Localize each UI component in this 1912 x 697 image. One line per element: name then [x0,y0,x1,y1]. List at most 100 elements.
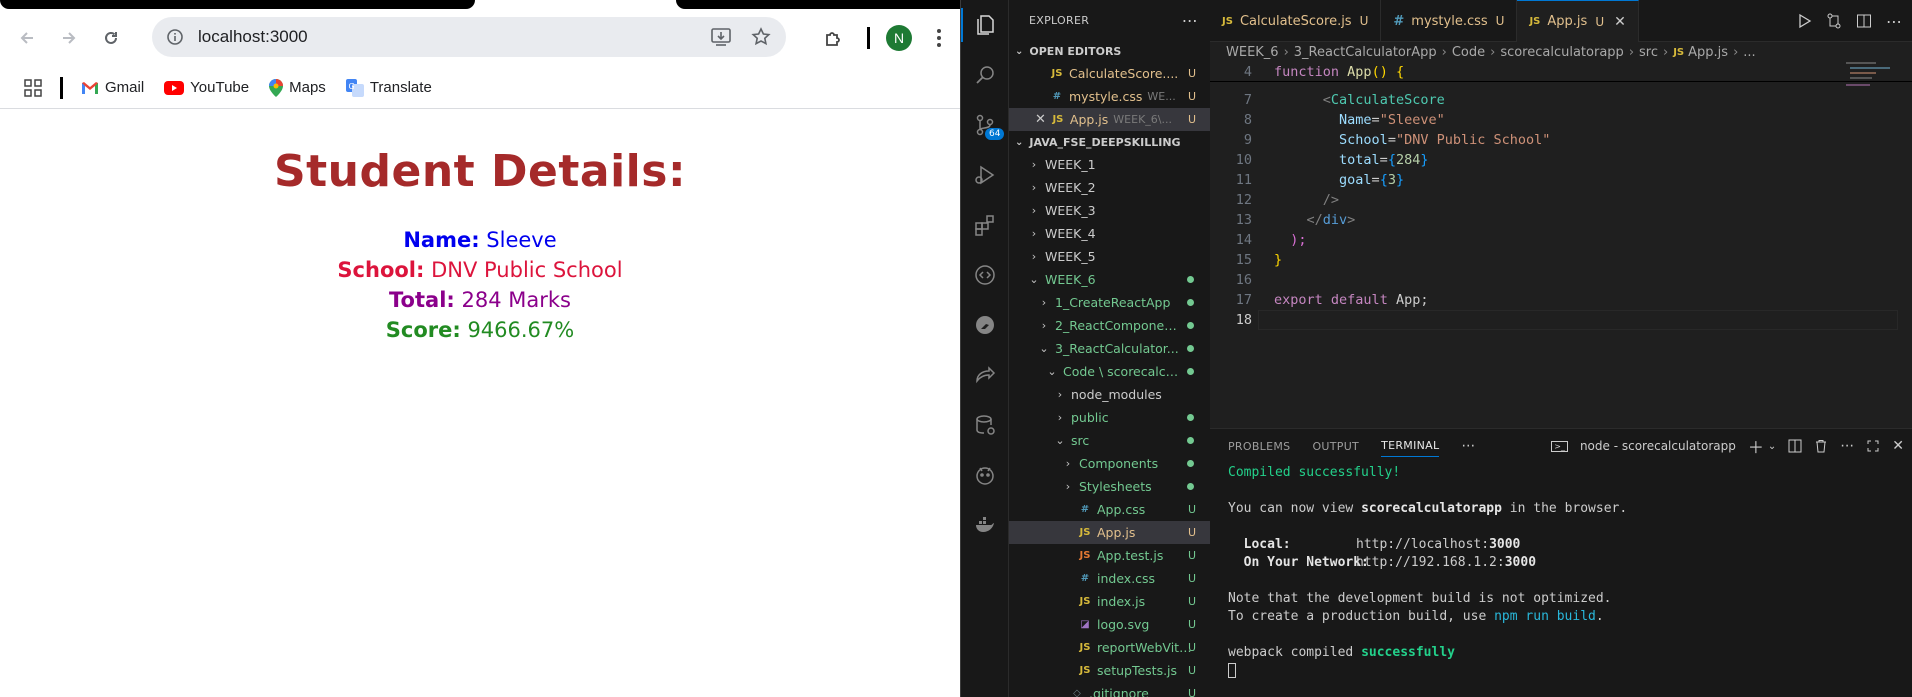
close-tab-icon[interactable]: ✕ [1614,14,1626,30]
terminal-output[interactable]: Compiled successfully! You can now view … [1210,463,1912,681]
tab-mystyle[interactable]: # mystyle.css U [1381,0,1518,42]
bookmark-maps[interactable]: Maps [269,78,326,97]
extensions-activity[interactable] [961,200,1009,250]
breadcrumb-item[interactable]: 3_ReactCalculatorApp [1294,45,1437,60]
breadcrumb-item[interactable]: WEEK_6 [1226,45,1279,60]
tree-folder[interactable]: › 2_ReactComponen... [1009,314,1210,337]
breadcrumb-item[interactable]: Code [1452,45,1485,60]
split-editor-icon[interactable] [1856,13,1872,29]
run-debug-activity[interactable] [961,150,1009,200]
tree-folder[interactable]: › 1_CreateReactApp [1009,291,1210,314]
new-terminal-icon[interactable]: ＋ [1748,434,1764,458]
forward-button[interactable] [54,23,84,53]
code-line-current[interactable]: 18 [1210,310,1912,330]
minimap[interactable] [1842,62,1912,92]
back-button[interactable] [12,23,42,53]
close-panel-icon[interactable]: ✕ [1892,438,1904,454]
tree-folder[interactable]: ⌄ WEEK_6 [1009,268,1210,291]
code-line[interactable]: 13 </div> [1210,210,1912,230]
tree-folder[interactable]: › WEEK_2 [1009,176,1210,199]
code-line[interactable] [1210,82,1912,90]
tree-file[interactable]: JS App.test.js U [1009,544,1210,567]
open-editor-item[interactable]: JS CalculateScore.... U [1009,62,1210,85]
more-actions-icon[interactable]: ⋯ [1840,438,1854,454]
menu-kebab-icon[interactable] [936,28,942,48]
terminal-selector[interactable]: node - scorecalculatorapp [1580,439,1736,453]
bookmark-star-icon[interactable] [750,26,772,48]
run-icon[interactable] [1796,13,1812,29]
code-line[interactable]: 14 ); [1210,230,1912,250]
tree-file[interactable]: JS index.js U [1009,590,1210,613]
code-line[interactable]: 17 export default App; [1210,290,1912,310]
live-share-activity[interactable] [961,350,1009,400]
search-activity[interactable] [961,50,1009,100]
code-line[interactable]: 11 goal={3} [1210,170,1912,190]
tree-file[interactable]: # App.css U [1009,498,1210,521]
close-editor-icon[interactable]: ✕ [1035,112,1046,127]
breadcrumb-item[interactable]: ... [1743,45,1755,60]
code-line[interactable]: 7 <CalculateScore [1210,90,1912,110]
tree-file[interactable]: JS reportWebVital... U [1009,636,1210,659]
breadcrumb-item[interactable]: scorecalculatorapp [1500,45,1624,60]
database-activity[interactable] [961,400,1009,450]
tree-folder[interactable]: › WEEK_5 [1009,245,1210,268]
tree-folder[interactable]: › node_modules [1009,383,1210,406]
tree-folder[interactable]: ⌄ src [1009,429,1210,452]
code-editor[interactable]: 4 function App() { 7 <CalculateScore 8 N… [1210,62,1912,330]
trash-icon[interactable] [1814,439,1828,453]
copilot-activity[interactable] [961,450,1009,500]
code-line[interactable]: 10 total={284} [1210,150,1912,170]
code-line[interactable]: 9 School="DNV Public School" [1210,130,1912,150]
tree-file[interactable]: ◇ .gitignore U [1009,682,1210,697]
tree-file[interactable]: ◪ logo.svg U [1009,613,1210,636]
reload-button[interactable] [96,23,126,53]
explorer-more-icon[interactable]: ⋯ [1182,11,1198,30]
tree-folder[interactable]: › Stylesheets [1009,475,1210,498]
url-text[interactable]: localhost:3000 [198,27,308,47]
tab-app-js[interactable]: JS App.js U ✕ [1517,0,1639,42]
postman-activity[interactable] [961,300,1009,350]
active-tab-bottom[interactable] [0,0,475,9]
open-editor-item-active[interactable]: ✕ JS App.js WEEK_6\... U [1009,108,1210,131]
tree-folder[interactable]: ⌄ 3_ReactCalculator... [1009,337,1210,360]
open-editors-section[interactable]: ⌄ OPEN EDITORS [1009,40,1210,62]
docker-activity[interactable] [961,500,1009,550]
terminal-cursor-line[interactable] [1228,663,1912,681]
tab-problems[interactable]: PROBLEMS [1228,440,1290,453]
more-actions-icon[interactable]: ⋯ [1886,12,1902,31]
chevron-down-icon[interactable]: ⌄ [1768,441,1776,452]
maximize-panel-icon[interactable] [1866,439,1880,453]
code-line[interactable]: 4 function App() { [1210,62,1912,82]
explorer-activity[interactable] [961,0,1009,50]
tree-file-selected[interactable]: JS App.js U [1009,521,1210,544]
bookmark-translate[interactable]: G Translate [345,78,432,97]
remote-explorer-activity[interactable] [961,250,1009,300]
tree-file[interactable]: # index.css U [1009,567,1210,590]
code-line[interactable]: 16 [1210,270,1912,290]
compare-changes-icon[interactable] [1826,13,1842,29]
tree-file[interactable]: JS setupTests.js U [1009,659,1210,682]
extensions-icon[interactable] [823,27,845,49]
bookmark-gmail[interactable]: Gmail [81,79,144,96]
tree-folder[interactable]: › WEEK_4 [1009,222,1210,245]
address-bar[interactable]: localhost:3000 [152,17,786,57]
tree-folder[interactable]: › WEEK_3 [1009,199,1210,222]
code-line[interactable]: 15 } [1210,250,1912,270]
site-info-icon[interactable] [164,26,186,48]
tree-folder[interactable]: › public [1009,406,1210,429]
code-line[interactable]: 12 /> [1210,190,1912,210]
tree-folder[interactable]: › WEEK_1 [1009,153,1210,176]
tree-folder[interactable]: › Components [1009,452,1210,475]
install-app-icon[interactable] [710,26,732,48]
open-editor-item[interactable]: # mystyle.css WE... U [1009,85,1210,108]
workspace-section[interactable]: ⌄ JAVA_FSE_DEEPSKILLING [1009,131,1210,153]
tab-calculatescore[interactable]: JS CalculateScore.js U [1210,0,1382,42]
breadcrumb-item[interactable]: App.js [1688,45,1728,60]
profile-avatar[interactable]: N [886,25,912,51]
breadcrumb-item[interactable]: src [1639,45,1658,60]
source-control-activity[interactable]: 64 [961,100,1009,150]
panel-more-icon[interactable]: ⋯ [1461,438,1475,454]
bookmark-youtube[interactable]: YouTube [164,79,249,96]
code-line[interactable]: 8 Name="Sleeve" [1210,110,1912,130]
apps-shortcut[interactable] [24,78,42,97]
